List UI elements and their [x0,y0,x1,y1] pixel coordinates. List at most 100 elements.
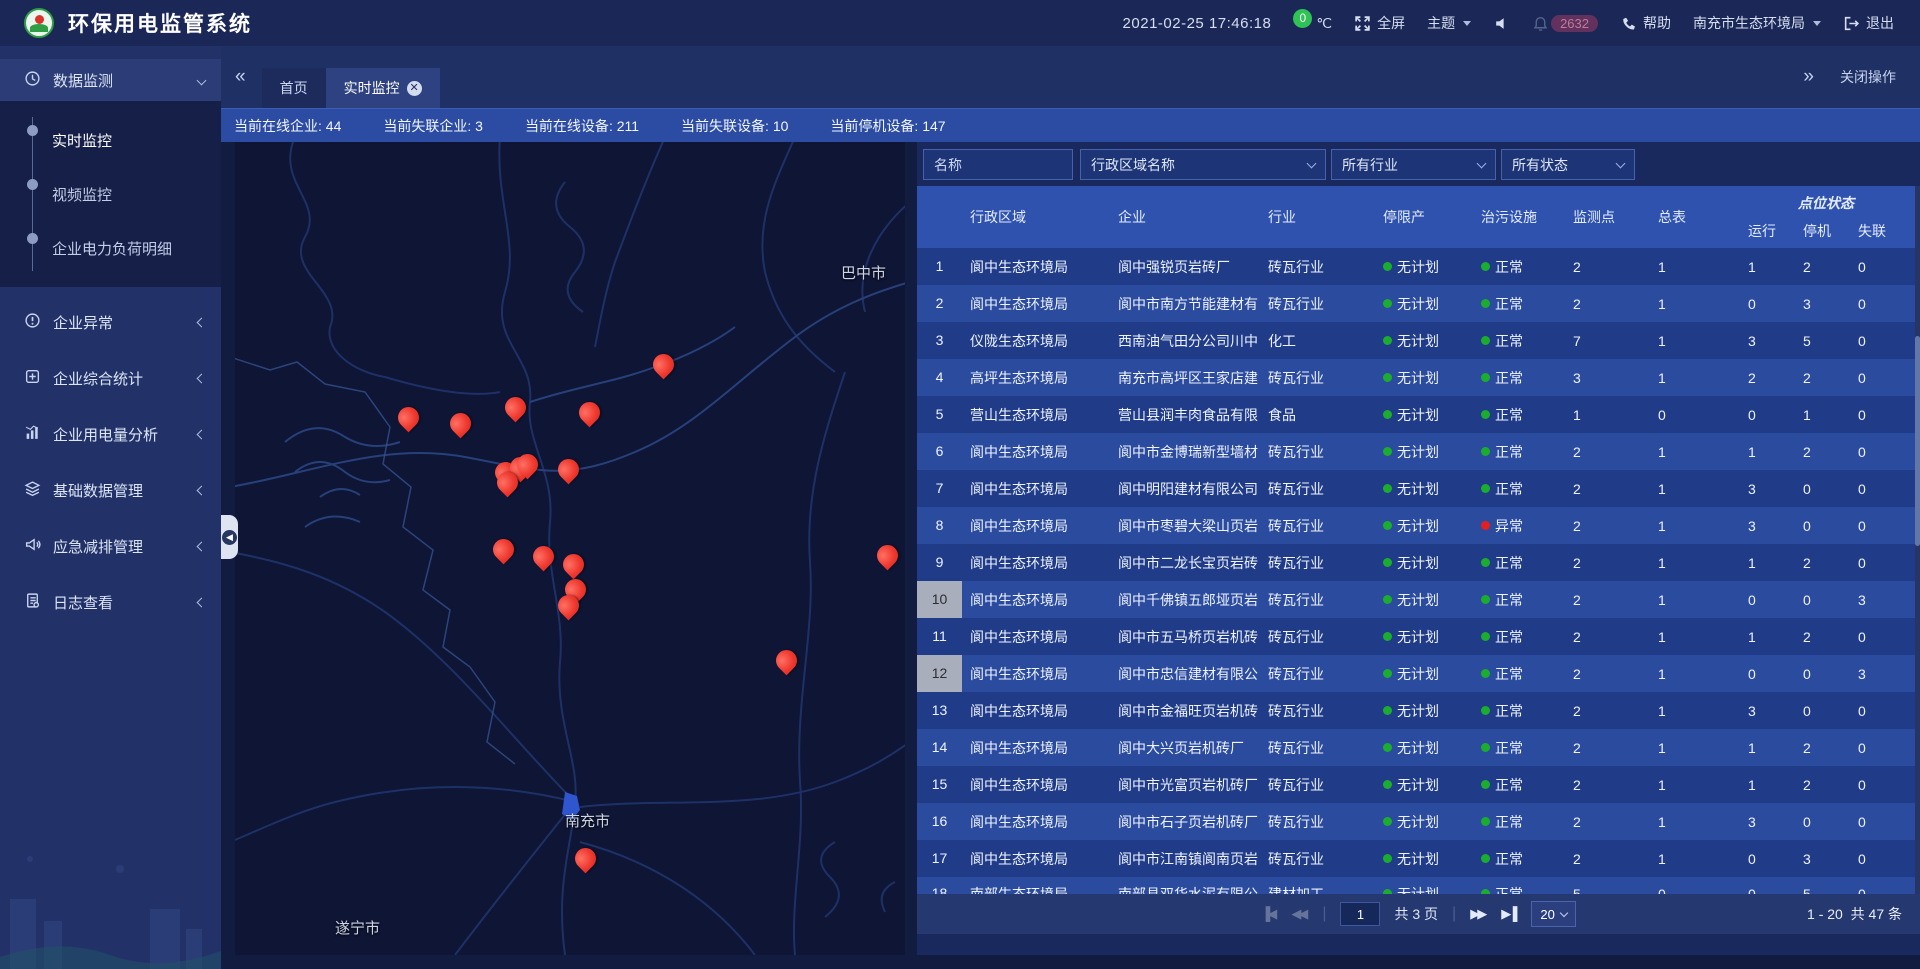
cell-meters: 1 [1652,629,1742,645]
cell-industry: 砖瓦行业 [1262,775,1377,795]
chart-icon [24,424,41,444]
cell-lost: 0 [1852,777,1910,793]
col-limit: 停限产 [1377,207,1475,227]
table-row-12[interactable]: 12阆中生态环境局阆中市忠信建材有限公砖瓦行业无计划正常21003 [917,655,1915,692]
col-stop: 停机 [1797,221,1852,241]
help-button[interactable]: 帮助 [1620,13,1671,33]
tab-close-icon[interactable]: ✕ [407,81,422,96]
status-dot-icon [1383,410,1392,419]
table-row-5[interactable]: 5营山生态环境局营山县润丰肉食品有限食品无计划正常10010 [917,396,1915,433]
cell-index: 17 [917,840,962,877]
table-row-14[interactable]: 14阆中生态环境局阆中大兴页岩机砖厂砖瓦行业无计划正常21120 [917,729,1915,766]
logout-button[interactable]: 退出 [1843,13,1894,33]
cell-stop: 2 [1797,370,1852,386]
name-search-input[interactable] [934,157,1062,173]
cell-limit-status: 无计划 [1377,738,1475,758]
map-canvas[interactable]: 巴中市南充市遂宁市 [235,142,905,955]
sidebar-subitem-企业电力负荷明细[interactable]: 企业电力负荷明细 [0,221,221,275]
status-dot-icon [1481,743,1490,752]
cell-run: 3 [1742,481,1797,497]
page-number-input[interactable] [1340,902,1380,926]
tabs-scroll-right-button[interactable]: » [1803,66,1814,88]
prev-page-button[interactable]: ◀◀ [1291,906,1308,922]
total-pages-label: 共 3 页 [1394,904,1438,924]
sidebar-item-6[interactable]: 应急减排管理 [0,525,221,567]
cell-points: 2 [1567,666,1652,682]
cell-limit-status: 无计划 [1377,331,1475,351]
cell-meters: 1 [1652,740,1742,756]
chevron-left-icon [197,597,207,607]
region-select[interactable]: 行政区域名称 [1080,149,1326,180]
table-row-11[interactable]: 11阆中生态环境局阆中市五马桥页岩机砖砖瓦行业无计划正常21120 [917,618,1915,655]
notifications[interactable]: 2632 [1532,15,1598,32]
tab-首页[interactable]: 首页 [262,68,326,108]
table-row-13[interactable]: 13阆中生态环境局阆中市金福旺页岩机砖砖瓦行业无计划正常21300 [917,692,1915,729]
topbar-actions: 2021-02-25 17:46:18 0 ℃ 全屏 主题 2632 帮助 南充… [1123,13,1920,33]
table-scrollbar[interactable] [1915,186,1920,894]
cell-industry: 砖瓦行业 [1262,257,1377,277]
fullscreen-button[interactable]: 全屏 [1354,13,1405,33]
table-row-6[interactable]: 6阆中生态环境局阆中市金博瑞新型墙材砖瓦行业无计划正常21120 [917,433,1915,470]
cell-meters: 1 [1652,666,1742,682]
theme-dropdown[interactable]: 主题 [1427,13,1471,33]
table-row-3[interactable]: 3仪陇生态环境局西南油气田分公司川中化工无计划正常71350 [917,322,1915,359]
chevron-down-icon [197,75,207,85]
table-row-7[interactable]: 7阆中生态环境局阆中明阳建材有限公司砖瓦行业无计划正常21300 [917,470,1915,507]
cell-limit-status: 无计划 [1377,442,1475,462]
cell-industry: 食品 [1262,405,1377,425]
table-row-9[interactable]: 9阆中生态环境局阆中市二龙长宝页岩砖砖瓦行业无计划正常21120 [917,544,1915,581]
close-operations-button[interactable]: 关闭操作 [1840,67,1896,87]
table-row-16[interactable]: 16阆中生态环境局阆中市石子页岩机砖厂砖瓦行业无计划正常21300 [917,803,1915,840]
cell-company: 西南油气田分公司川中 [1112,331,1262,351]
sidebar-item-4[interactable]: 企业用电量分析 [0,413,221,455]
org-dropdown[interactable]: 南充市生态环境局 [1693,13,1821,33]
submenu-dot-icon [27,233,38,244]
table-row-15[interactable]: 15阆中生态环境局阆中市光富页岩机砖厂砖瓦行业无计划正常21120 [917,766,1915,803]
chevron-down-icon [1477,158,1487,168]
table-row-8[interactable]: 8阆中生态环境局阆中市枣碧大梁山页岩砖瓦行业无计划异常21300 [917,507,1915,544]
cell-industry: 砖瓦行业 [1262,368,1377,388]
mute-button[interactable] [1493,15,1510,32]
sidebar-item-5[interactable]: 基础数据管理 [0,469,221,511]
sidebar-item-3[interactable]: 企业综合统计 [0,357,221,399]
cell-meters: 1 [1652,333,1742,349]
first-page-button[interactable]: ▐◀ [1261,906,1277,922]
table-row-18[interactable]: 18南部生态环境局南部县双华水泥有限公建材加工无计划正常50050 [917,877,1915,894]
cell-facility-status: 正常 [1475,590,1567,610]
cell-index: 2 [917,285,962,322]
cell-company: 阆中市金博瑞新型墙材 [1112,442,1262,462]
cell-facility-status: 正常 [1475,479,1567,499]
status-dot-icon [1481,262,1490,271]
cell-industry: 砖瓦行业 [1262,516,1377,536]
cell-lost: 0 [1852,370,1910,386]
table-row-4[interactable]: 4高坪生态环境局南充市高坪区王家店建砖瓦行业无计划正常31220 [917,359,1915,396]
cell-limit-status: 无计划 [1377,294,1475,314]
cell-lost: 0 [1852,407,1910,423]
sidebar-subitem-实时监控[interactable]: 实时监控 [0,113,221,167]
table-row-17[interactable]: 17阆中生态环境局阆中市江南镇阆南页岩砖瓦行业无计划正常21030 [917,840,1915,877]
sidebar-collapse-button[interactable]: ◀ [221,515,238,559]
cell-index: 1 [917,248,962,285]
cell-lost: 0 [1852,814,1910,830]
cell-stop: 2 [1797,555,1852,571]
cell-limit-status: 无计划 [1377,627,1475,647]
cell-run: 1 [1742,259,1797,275]
status-select[interactable]: 所有状态 [1501,149,1635,180]
table-row-10[interactable]: 10阆中生态环境局阆中千佛镇五郎垭页岩砖瓦行业无计划正常21003 [917,581,1915,618]
sidebar-item-7[interactable]: 日志查看 [0,581,221,623]
tabs-scroll-left-button[interactable]: « [221,66,262,88]
sidebar-item-2[interactable]: 企业异常 [0,301,221,343]
next-page-button[interactable]: ▶▶ [1470,906,1487,922]
table-row-2[interactable]: 2阆中生态环境局阆中市南方节能建材有砖瓦行业无计划正常21030 [917,285,1915,322]
cell-limit-status: 无计划 [1377,590,1475,610]
sidebar-subitem-视频监控[interactable]: 视频监控 [0,167,221,221]
table-row-1[interactable]: 1阆中生态环境局阆中强锐页岩砖厂砖瓦行业无计划正常21120 [917,248,1915,285]
industry-select[interactable]: 所有行业 [1331,149,1496,180]
cell-index: 15 [917,766,962,803]
scrollbar-thumb[interactable] [1915,336,1920,546]
sidebar-item-1[interactable]: 数据监测 [0,59,221,101]
tab-实时监控[interactable]: 实时监控✕ [326,68,440,108]
cell-run: 1 [1742,777,1797,793]
last-page-button[interactable]: ▶▐ [1501,906,1517,922]
page-size-select[interactable]: 20 [1531,901,1575,927]
